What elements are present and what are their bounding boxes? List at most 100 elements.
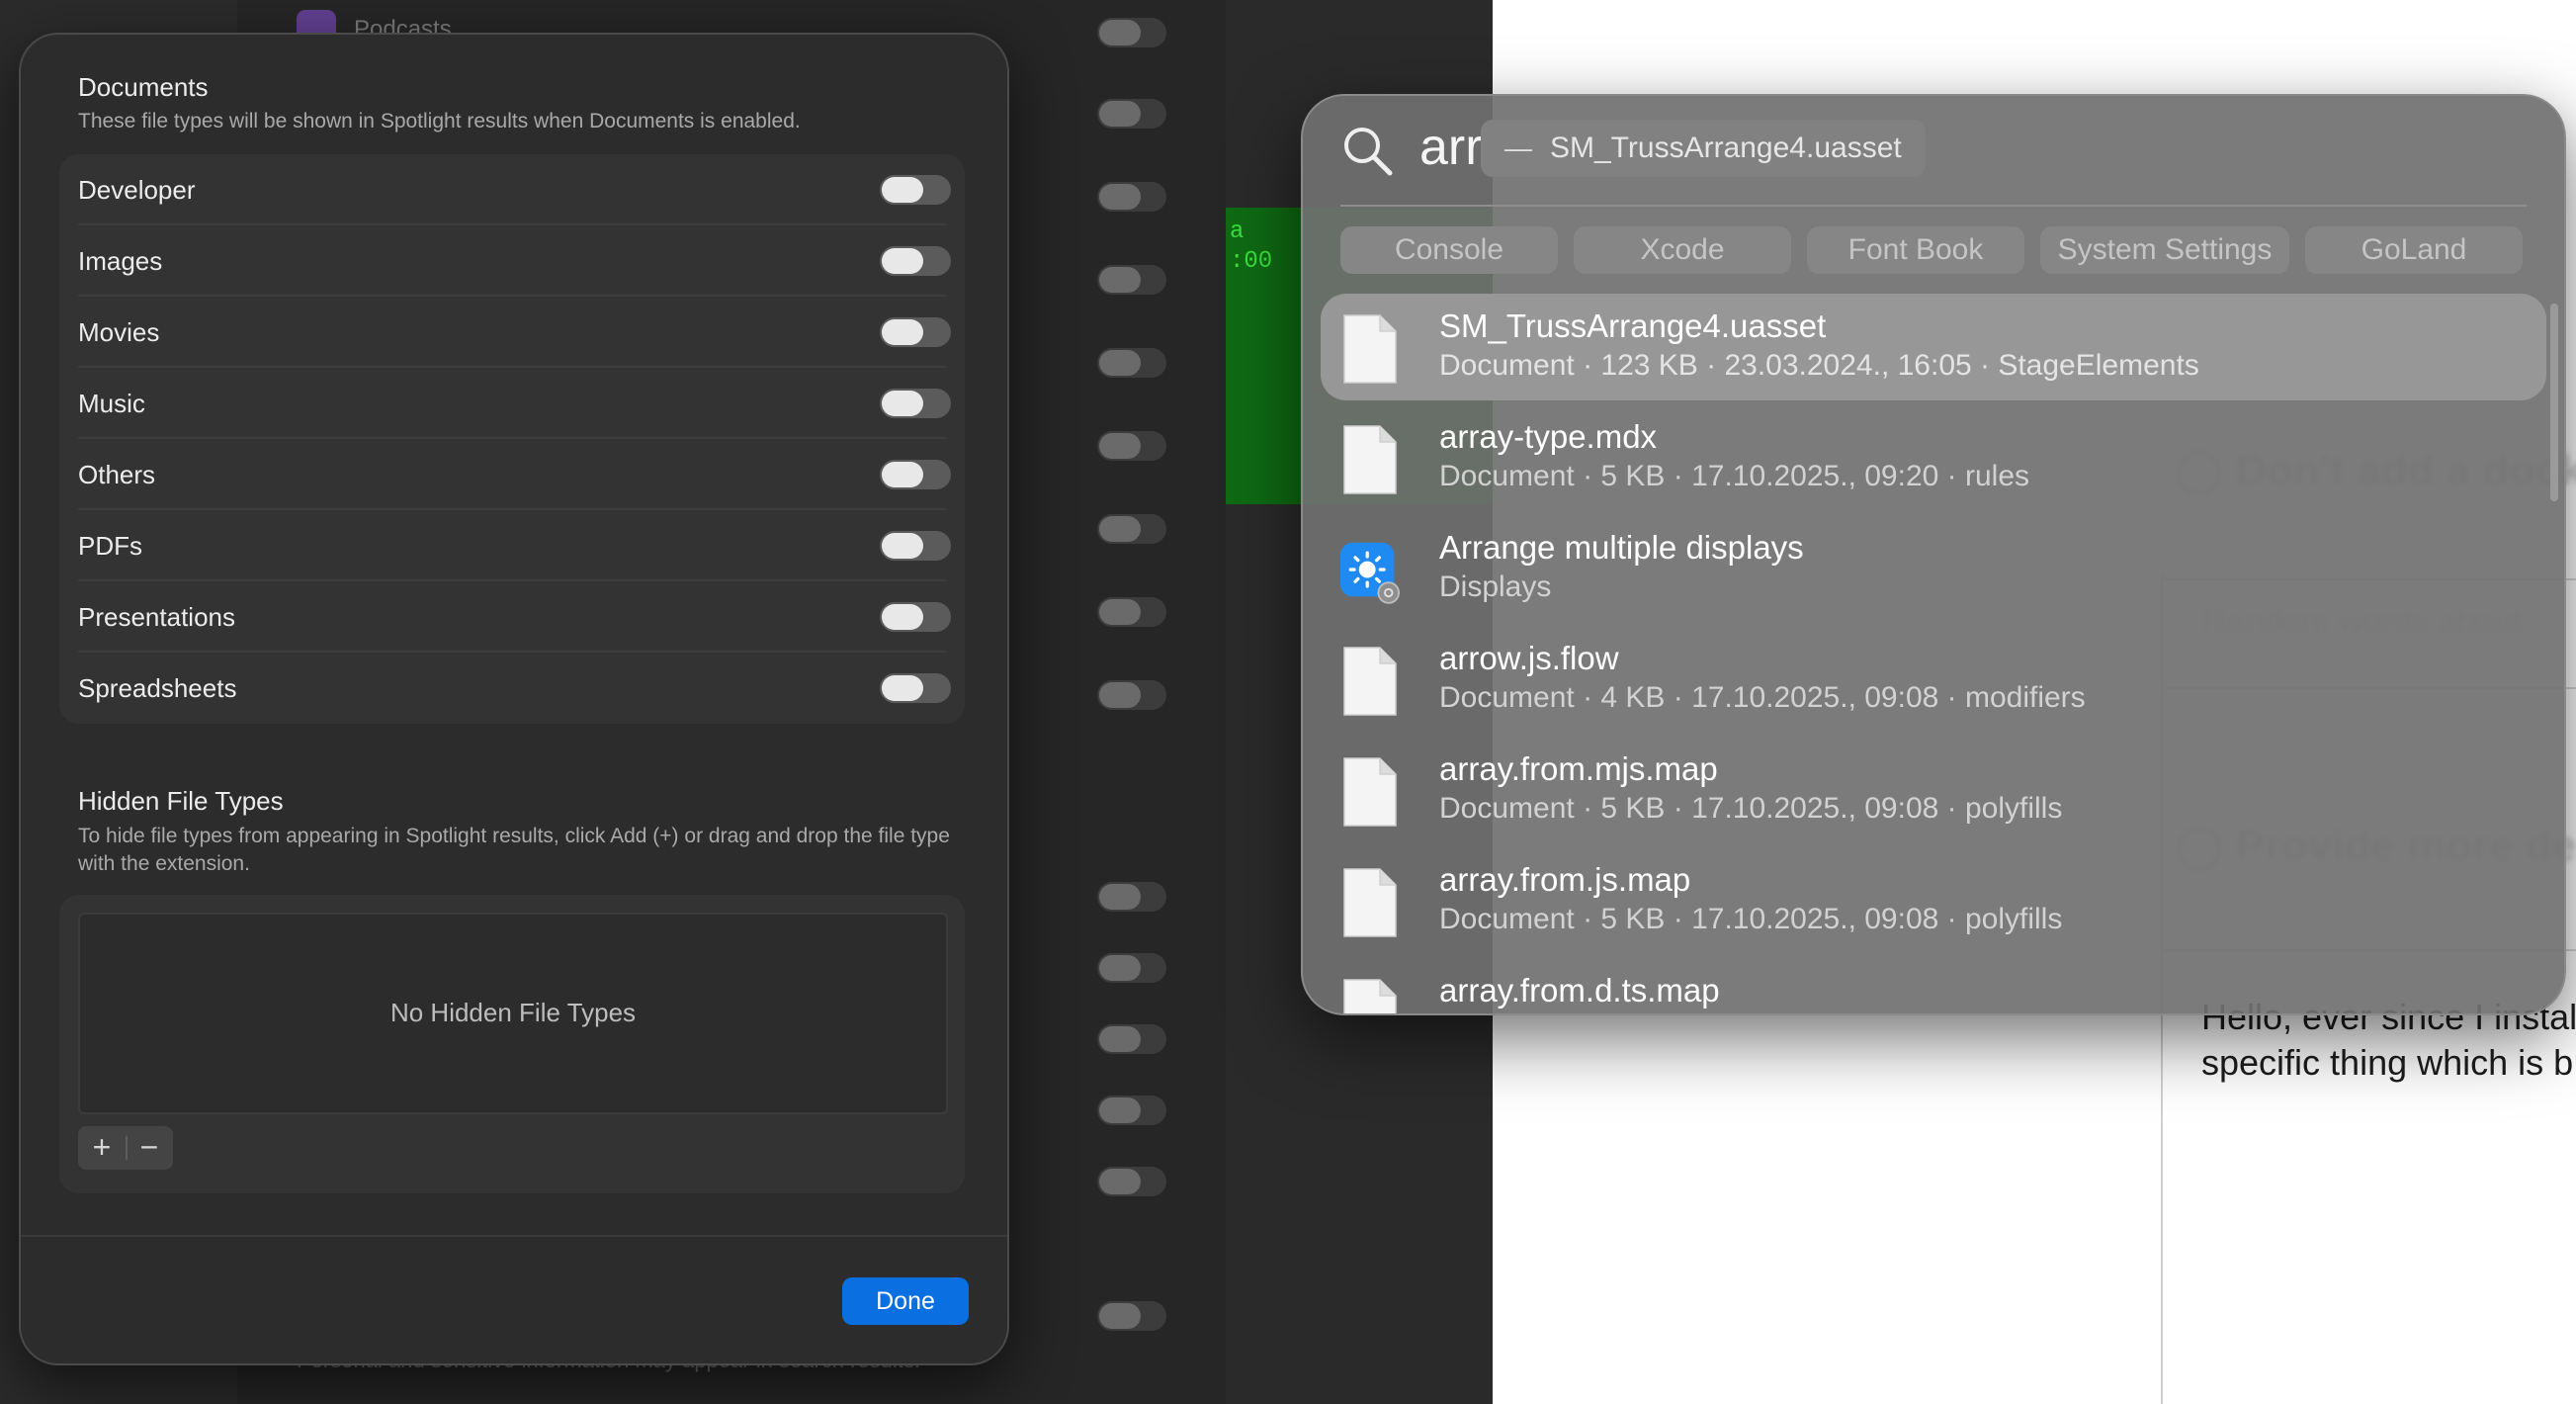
toggle-knob xyxy=(882,675,923,701)
hidden-file-types-subtitle: To hide file types from appearing in Spo… xyxy=(78,825,950,875)
file-type-label: PDFs xyxy=(78,531,142,561)
result-subtitle: Document · 4 KB · 17.10.2025., 09:08 · m… xyxy=(1439,681,2086,714)
developer-toggle[interactable] xyxy=(880,175,951,205)
file-type-row-pdfs: PDFs xyxy=(59,510,965,581)
result-title: array-type.mdx xyxy=(1439,418,1658,455)
file-type-row-presentations: Presentations xyxy=(59,581,965,653)
toggle-knob xyxy=(882,248,923,274)
result-row[interactable]: array.from.d.ts.map xyxy=(1321,958,2546,1013)
chip-system-settings[interactable]: System Settings xyxy=(2040,226,2289,274)
chip-font-book[interactable]: Font Book xyxy=(1807,226,2024,274)
result-subtitle: Document · 5 KB · 17.10.2025., 09:08 · p… xyxy=(1439,903,2063,935)
footer-divider xyxy=(21,1235,1007,1237)
completion-suggestion[interactable]: — SM_TrussArrange4.uasset xyxy=(1481,120,1926,177)
file-type-row-music: Music xyxy=(59,368,965,439)
file-type-row-images: Images xyxy=(59,225,965,297)
images-toggle[interactable] xyxy=(880,246,951,276)
bg-toggle[interactable] xyxy=(1097,99,1166,129)
suggestion-text: SM_TrussArrange4.uasset xyxy=(1550,132,1902,164)
done-button[interactable]: Done xyxy=(842,1277,969,1325)
file-type-label: Presentations xyxy=(78,602,235,632)
file-type-row-developer: Developer xyxy=(59,154,965,225)
result-row[interactable]: SM_TrussArrange4.uasset Document · 123 K… xyxy=(1321,294,2546,400)
file-type-row-spreadsheets: Spreadsheets xyxy=(59,653,965,724)
add-button[interactable]: + xyxy=(78,1126,126,1170)
dialog-title: Documents xyxy=(78,72,209,102)
pdfs-toggle[interactable] xyxy=(880,531,951,561)
displays-settings-icon xyxy=(1340,542,1400,604)
bg-toggle[interactable] xyxy=(1097,182,1166,212)
result-row[interactable]: Arrange multiple displays Displays xyxy=(1321,515,2546,622)
presentations-toggle[interactable] xyxy=(880,602,951,632)
result-subtitle: Document · 5 KB · 17.10.2025., 09:08 · p… xyxy=(1439,792,2063,825)
bg-toggle[interactable] xyxy=(1097,680,1166,710)
result-subtitle: Displays xyxy=(1439,570,1552,603)
spreadsheets-toggle[interactable] xyxy=(880,673,951,703)
toggle-knob xyxy=(882,177,923,203)
movies-toggle[interactable] xyxy=(880,317,951,347)
toggle-knob xyxy=(882,319,923,345)
bg-toggle[interactable] xyxy=(1097,18,1166,47)
hidden-file-types-group: No Hidden File Types + − xyxy=(59,895,965,1193)
document-icon xyxy=(1343,757,1397,827)
result-title: arrow.js.flow xyxy=(1439,640,1619,676)
search-icon xyxy=(1344,128,1393,176)
file-type-label: Spreadsheets xyxy=(78,673,237,703)
toggle-knob xyxy=(882,391,923,416)
bg-toggle[interactable] xyxy=(1097,953,1166,983)
search-input[interactable]: arr xyxy=(1419,118,1483,177)
toggle-knob xyxy=(882,462,923,487)
result-subtitle: Document · 123 KB · 23.03.2024., 16:05 ·… xyxy=(1439,349,2199,382)
bg-toggle[interactable] xyxy=(1097,882,1166,912)
result-row[interactable]: array.from.mjs.map Document · 5 KB · 17.… xyxy=(1321,737,2546,843)
remove-button[interactable]: − xyxy=(126,1126,173,1170)
others-toggle[interactable] xyxy=(880,460,951,489)
result-title: Arrange multiple displays xyxy=(1439,529,1804,566)
file-type-row-others: Others xyxy=(59,439,965,510)
document-icon xyxy=(1343,868,1397,937)
file-type-label: Movies xyxy=(78,317,160,347)
result-subtitle: Document · 5 KB · 17.10.2025., 09:20 · r… xyxy=(1439,460,2029,492)
search-divider xyxy=(1340,205,2527,207)
chip-xcode[interactable]: Xcode xyxy=(1574,226,1791,274)
document-icon xyxy=(1343,425,1397,494)
result-title: array.from.mjs.map xyxy=(1439,750,1718,787)
result-title: array.from.js.map xyxy=(1439,861,1691,898)
app-shortcut-chips: Console Xcode Font Book System Settings … xyxy=(1340,226,2523,274)
file-type-label: Images xyxy=(78,246,163,276)
file-type-label: Others xyxy=(78,460,156,489)
bg-toggle[interactable] xyxy=(1097,597,1166,627)
bg-toggle[interactable] xyxy=(1097,1096,1166,1125)
chip-console[interactable]: Console xyxy=(1340,226,1558,274)
bg-toggle[interactable] xyxy=(1097,1301,1166,1331)
hidden-file-types-title: Hidden File Types xyxy=(78,786,284,816)
dialog-subtitle: These file types will be shown in Spotli… xyxy=(78,110,801,132)
file-type-label: Music xyxy=(78,389,145,418)
documents-dialog: Documents These file types will be shown… xyxy=(19,33,1009,1365)
result-row[interactable]: array-type.mdx Document · 5 KB · 17.10.2… xyxy=(1321,404,2546,511)
toggle-knob xyxy=(882,604,923,630)
result-title: SM_TrussArrange4.uasset xyxy=(1439,307,1827,344)
result-row[interactable]: arrow.js.flow Document · 4 KB · 17.10.20… xyxy=(1321,626,2546,733)
add-remove-control: + − xyxy=(78,1126,173,1170)
bg-toggle[interactable] xyxy=(1097,265,1166,295)
file-type-row-movies: Movies xyxy=(59,297,965,368)
results-scrollbar[interactable] xyxy=(2550,304,2558,501)
post-text-line: specific thing which is b xyxy=(2201,1042,2574,1083)
music-toggle[interactable] xyxy=(880,389,951,418)
file-type-label: Developer xyxy=(78,175,196,205)
result-title: array.from.d.ts.map xyxy=(1439,972,1720,1009)
chip-goland[interactable]: GoLand xyxy=(2305,226,2523,274)
bg-toggle[interactable] xyxy=(1097,1167,1166,1196)
empty-state-label: No Hidden File Types xyxy=(389,998,637,1027)
result-row[interactable]: array.from.js.map Document · 5 KB · 17.1… xyxy=(1321,847,2546,954)
suggestion-dash: — xyxy=(1504,132,1532,163)
file-types-list: Developer Images Movies Music Others PDF… xyxy=(59,154,965,724)
spotlight-panel: arr — SM_TrussArrange4.uasset Console Xc… xyxy=(1301,94,2566,1015)
bg-toggle[interactable] xyxy=(1097,514,1166,544)
bg-toggle[interactable] xyxy=(1097,431,1166,461)
hidden-file-types-list[interactable]: No Hidden File Types xyxy=(78,913,948,1114)
bg-toggle[interactable] xyxy=(1097,348,1166,378)
document-icon xyxy=(1343,314,1397,384)
bg-toggle[interactable] xyxy=(1097,1024,1166,1054)
